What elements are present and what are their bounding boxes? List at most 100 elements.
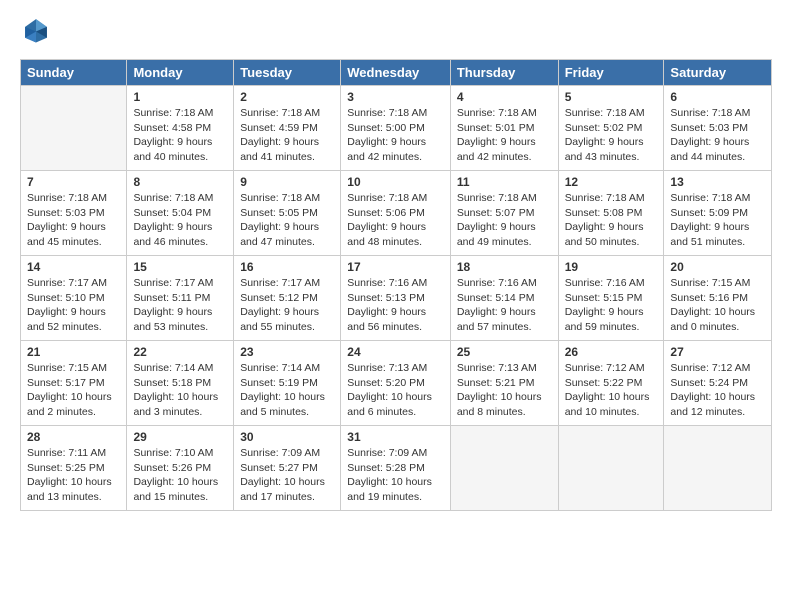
day-number: 11	[457, 175, 552, 189]
day-number: 21	[27, 345, 120, 359]
calendar-cell: 11Sunrise: 7:18 AM Sunset: 5:07 PM Dayli…	[450, 171, 558, 256]
cell-content: Sunrise: 7:18 AM Sunset: 5:06 PM Dayligh…	[347, 191, 444, 250]
calendar-cell	[664, 426, 772, 511]
day-number: 12	[565, 175, 658, 189]
calendar-table: SundayMondayTuesdayWednesdayThursdayFrid…	[20, 59, 772, 511]
day-number: 13	[670, 175, 765, 189]
day-number: 28	[27, 430, 120, 444]
calendar-cell: 12 Sunrise: 7:18 AM Sunset: 5:08 PM Dayli…	[558, 171, 664, 256]
cell-content: Sunrise: 7:16 AM Sunset: 5:13 PM Dayligh…	[347, 276, 444, 335]
day-number: 3	[347, 90, 444, 104]
calendar-cell: 5 Sunrise: 7:18 AM Sunset: 5:02 PM Daylig…	[558, 86, 664, 171]
cell-content: Sunrise: 7:18 AM Sunset: 5:01 PM Dayligh…	[457, 106, 552, 165]
header	[20, 16, 772, 49]
cell-content: Sunrise: 7:12 AM Sunset: 5:24 PM Dayligh…	[670, 361, 765, 420]
day-header-tuesday: Tuesday	[234, 60, 341, 86]
day-number: 2	[240, 90, 334, 104]
calendar-cell: 10 Sunrise: 7:18 AM Sunset: 5:06 PM Dayli…	[341, 171, 451, 256]
cell-content: Sunrise: 7:09 AM Sunset: 5:27 PM Dayligh…	[240, 446, 334, 505]
cell-content: Sunrise: 7:17 AM Sunset: 5:10 PM Dayligh…	[27, 276, 120, 335]
calendar-cell: 17 Sunrise: 7:16 AM Sunset: 5:13 PM Dayli…	[341, 256, 451, 341]
day-number: 19	[565, 260, 658, 274]
logo-icon	[22, 16, 50, 44]
cell-content: Sunrise: 7:15 AM Sunset: 5:16 PM Dayligh…	[670, 276, 765, 335]
calendar-cell: 22Sunrise: 7:14 AM Sunset: 5:18 PM Dayli…	[127, 341, 234, 426]
calendar-cell: 27 Sunrise: 7:12 AM Sunset: 5:24 PM Dayli…	[664, 341, 772, 426]
day-number: 4	[457, 90, 552, 104]
calendar-cell: 30 Sunrise: 7:09 AM Sunset: 5:27 PM Dayli…	[234, 426, 341, 511]
calendar-cell: 6Sunrise: 7:18 AM Sunset: 5:03 PM Daylig…	[664, 86, 772, 171]
day-header-wednesday: Wednesday	[341, 60, 451, 86]
day-number: 17	[347, 260, 444, 274]
cell-content: Sunrise: 7:15 AM Sunset: 5:17 PM Dayligh…	[27, 361, 120, 420]
cell-content: Sunrise: 7:18 AM Sunset: 4:58 PM Dayligh…	[133, 106, 227, 165]
calendar-cell: 7 Sunrise: 7:18 AM Sunset: 5:03 PM Daylig…	[21, 171, 127, 256]
day-header-friday: Friday	[558, 60, 664, 86]
cell-content: Sunrise: 7:18 AM Sunset: 5:00 PM Dayligh…	[347, 106, 444, 165]
cell-content: Sunrise: 7:18 AM Sunset: 5:09 PM Dayligh…	[670, 191, 765, 250]
cell-content: Sunrise: 7:10 AM Sunset: 5:26 PM Dayligh…	[133, 446, 227, 505]
week-row-4: 21 Sunrise: 7:15 AM Sunset: 5:17 PM Dayli…	[21, 341, 772, 426]
day-number: 23	[240, 345, 334, 359]
page: SundayMondayTuesdayWednesdayThursdayFrid…	[0, 0, 792, 527]
cell-content: Sunrise: 7:16 AM Sunset: 5:14 PM Dayligh…	[457, 276, 552, 335]
calendar-cell: 15Sunrise: 7:17 AM Sunset: 5:11 PM Dayli…	[127, 256, 234, 341]
calendar-cell: 24 Sunrise: 7:13 AM Sunset: 5:20 PM Dayli…	[341, 341, 451, 426]
day-header-saturday: Saturday	[664, 60, 772, 86]
calendar-cell	[558, 426, 664, 511]
day-number: 5	[565, 90, 658, 104]
day-number: 26	[565, 345, 658, 359]
day-number: 18	[457, 260, 552, 274]
day-header-sunday: Sunday	[21, 60, 127, 86]
day-number: 22	[133, 345, 227, 359]
calendar-cell	[450, 426, 558, 511]
day-number: 30	[240, 430, 334, 444]
week-row-2: 7 Sunrise: 7:18 AM Sunset: 5:03 PM Daylig…	[21, 171, 772, 256]
cell-content: Sunrise: 7:13 AM Sunset: 5:20 PM Dayligh…	[347, 361, 444, 420]
cell-content: Sunrise: 7:18 AM Sunset: 5:05 PM Dayligh…	[240, 191, 334, 250]
day-header-thursday: Thursday	[450, 60, 558, 86]
calendar-cell: 3 Sunrise: 7:18 AM Sunset: 5:00 PM Daylig…	[341, 86, 451, 171]
cell-content: Sunrise: 7:17 AM Sunset: 5:11 PM Dayligh…	[133, 276, 227, 335]
cell-content: Sunrise: 7:11 AM Sunset: 5:25 PM Dayligh…	[27, 446, 120, 505]
logo	[20, 16, 54, 49]
week-row-1: 1 Sunrise: 7:18 AM Sunset: 4:58 PM Daylig…	[21, 86, 772, 171]
cell-content: Sunrise: 7:18 AM Sunset: 5:02 PM Dayligh…	[565, 106, 658, 165]
calendar-cell: 13 Sunrise: 7:18 AM Sunset: 5:09 PM Dayli…	[664, 171, 772, 256]
day-number: 8	[133, 175, 227, 189]
calendar-cell: 1 Sunrise: 7:18 AM Sunset: 4:58 PM Daylig…	[127, 86, 234, 171]
header-row: SundayMondayTuesdayWednesdayThursdayFrid…	[21, 60, 772, 86]
day-number: 1	[133, 90, 227, 104]
calendar-cell: 31Sunrise: 7:09 AM Sunset: 5:28 PM Dayli…	[341, 426, 451, 511]
day-number: 25	[457, 345, 552, 359]
calendar-cell: 29 Sunrise: 7:10 AM Sunset: 5:26 PM Dayli…	[127, 426, 234, 511]
cell-content: Sunrise: 7:13 AM Sunset: 5:21 PM Dayligh…	[457, 361, 552, 420]
day-header-monday: Monday	[127, 60, 234, 86]
calendar-cell: 14 Sunrise: 7:17 AM Sunset: 5:10 PM Dayli…	[21, 256, 127, 341]
day-number: 20	[670, 260, 765, 274]
week-row-5: 28 Sunrise: 7:11 AM Sunset: 5:25 PM Dayli…	[21, 426, 772, 511]
day-number: 14	[27, 260, 120, 274]
calendar-cell: 28 Sunrise: 7:11 AM Sunset: 5:25 PM Dayli…	[21, 426, 127, 511]
cell-content: Sunrise: 7:18 AM Sunset: 5:08 PM Dayligh…	[565, 191, 658, 250]
day-number: 6	[670, 90, 765, 104]
day-number: 27	[670, 345, 765, 359]
calendar-cell: 21 Sunrise: 7:15 AM Sunset: 5:17 PM Dayli…	[21, 341, 127, 426]
day-number: 9	[240, 175, 334, 189]
cell-content: Sunrise: 7:16 AM Sunset: 5:15 PM Dayligh…	[565, 276, 658, 335]
day-number: 7	[27, 175, 120, 189]
calendar-cell: 9 Sunrise: 7:18 AM Sunset: 5:05 PM Daylig…	[234, 171, 341, 256]
day-number: 10	[347, 175, 444, 189]
day-number: 24	[347, 345, 444, 359]
day-number: 29	[133, 430, 227, 444]
cell-content: Sunrise: 7:18 AM Sunset: 4:59 PM Dayligh…	[240, 106, 334, 165]
day-number: 31	[347, 430, 444, 444]
calendar-cell: 26Sunrise: 7:12 AM Sunset: 5:22 PM Dayli…	[558, 341, 664, 426]
cell-content: Sunrise: 7:17 AM Sunset: 5:12 PM Dayligh…	[240, 276, 334, 335]
calendar-cell: 23 Sunrise: 7:14 AM Sunset: 5:19 PM Dayli…	[234, 341, 341, 426]
cell-content: Sunrise: 7:14 AM Sunset: 5:19 PM Dayligh…	[240, 361, 334, 420]
calendar-cell: 4 Sunrise: 7:18 AM Sunset: 5:01 PM Daylig…	[450, 86, 558, 171]
calendar-cell: 8Sunrise: 7:18 AM Sunset: 5:04 PM Daylig…	[127, 171, 234, 256]
calendar-cell: 20 Sunrise: 7:15 AM Sunset: 5:16 PM Dayli…	[664, 256, 772, 341]
cell-content: Sunrise: 7:18 AM Sunset: 5:03 PM Dayligh…	[27, 191, 120, 250]
